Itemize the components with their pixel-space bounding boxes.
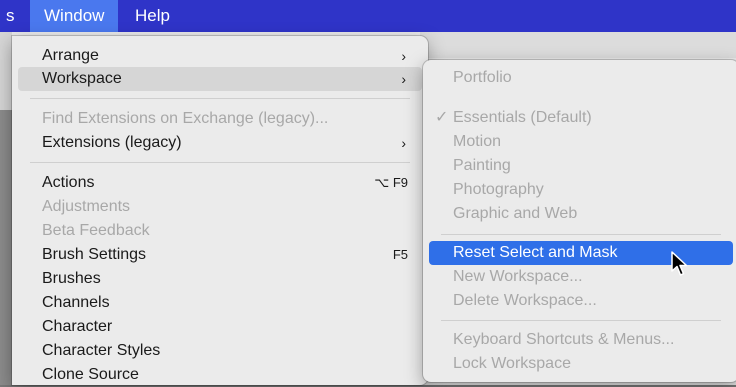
menu-item-label: Channels (42, 294, 110, 311)
menu-item-label: Brush Settings (42, 246, 147, 263)
menu-item-label: Brushes (42, 270, 101, 287)
menu-item-character[interactable]: Character (18, 315, 422, 339)
menu-item-label: Portfolio (453, 69, 512, 86)
menu-item-actions[interactable]: Actions ⌥ F9 (18, 171, 422, 195)
menu-item-label: Clone Source (42, 366, 139, 383)
menu-item-workspace[interactable]: Workspace › (18, 67, 422, 91)
workspace-submenu: Portfolio ✓ Essentials (Default) Motion … (423, 60, 736, 382)
menu-item-find-extensions[interactable]: Find Extensions on Exchange (legacy)... (18, 107, 422, 131)
menu-item-label: Keyboard Shortcuts & Menus... (453, 331, 675, 348)
submenu-item-portfolio[interactable]: Portfolio (429, 66, 733, 90)
menu-item-label: Lock Workspace (453, 355, 571, 372)
menu-item-label: Find Extensions on Exchange (legacy)... (42, 110, 329, 127)
menu-item-label: Essentials (Default) (453, 109, 592, 126)
window-menu: Arrange › Workspace › Find Extensions on… (12, 36, 428, 385)
submenu-item-delete-workspace[interactable]: Delete Workspace... (429, 289, 733, 313)
menu-bar: s Window Help (0, 0, 736, 32)
menu-bar-item-window[interactable]: Window (30, 0, 119, 32)
menu-item-label: Beta Feedback (42, 222, 150, 239)
menu-item-label: Painting (453, 157, 511, 174)
menu-item-label: Arrange (42, 47, 99, 64)
submenu-item-keyboard-shortcuts[interactable]: Keyboard Shortcuts & Menus... (429, 328, 733, 352)
menu-separator (30, 162, 410, 163)
menu-item-arrange[interactable]: Arrange › (18, 44, 422, 68)
app-toolbar-strip (420, 32, 736, 58)
menu-item-brush-settings[interactable]: Brush Settings F5 (18, 243, 422, 267)
submenu-item-photography[interactable]: Photography (429, 178, 733, 202)
submenu-item-motion[interactable]: Motion (429, 130, 733, 154)
submenu-item-graphic-and-web[interactable]: Graphic and Web (429, 202, 733, 226)
menu-item-label: Extensions (legacy) (42, 134, 182, 151)
menu-item-shortcut: F5 (392, 247, 408, 262)
submenu-item-essentials[interactable]: ✓ Essentials (Default) (429, 106, 733, 130)
menu-item-adjustments[interactable]: Adjustments (18, 195, 422, 219)
arrow-cursor-icon (671, 251, 688, 276)
menu-item-character-styles[interactable]: Character Styles (18, 339, 422, 363)
menu-item-clone-source[interactable]: Clone Source (18, 363, 422, 387)
menu-item-label: Adjustments (42, 198, 131, 215)
checkmark-icon: ✓ (435, 109, 449, 126)
menu-item-label: Character Styles (42, 342, 161, 359)
submenu-item-lock-workspace[interactable]: Lock Workspace (429, 352, 733, 376)
menu-item-shortcut: ⌥ F9 (374, 175, 408, 190)
menu-bar-item-partial[interactable]: s (6, 0, 15, 32)
menu-separator (441, 234, 721, 235)
chevron-right-icon: › (401, 135, 406, 151)
menu-item-label: Character (42, 318, 113, 335)
menu-separator (30, 98, 410, 99)
menu-item-brushes[interactable]: Brushes (18, 267, 422, 291)
menu-bar-item-help[interactable]: Help (135, 0, 170, 32)
menu-item-label: Motion (453, 133, 502, 150)
menu-item-label: Reset Select and Mask (453, 244, 618, 261)
chevron-right-icon: › (401, 48, 406, 64)
menu-item-label: Photography (453, 181, 544, 198)
menu-item-label: Actions (42, 174, 95, 191)
app-panel-edge-dark (0, 110, 12, 385)
menu-item-channels[interactable]: Channels (18, 291, 422, 315)
menu-separator (441, 320, 721, 321)
menu-item-label: Workspace (42, 70, 122, 87)
chevron-right-icon: › (401, 71, 406, 87)
app-panel-edge (0, 32, 12, 110)
menu-item-label: New Workspace... (453, 268, 583, 285)
menu-item-beta-feedback[interactable]: Beta Feedback (18, 219, 422, 243)
menu-item-extensions-legacy[interactable]: Extensions (legacy) › (18, 131, 422, 155)
menu-item-label: Delete Workspace... (453, 292, 597, 309)
menu-item-label: Graphic and Web (453, 205, 578, 222)
submenu-item-painting[interactable]: Painting (429, 154, 733, 178)
